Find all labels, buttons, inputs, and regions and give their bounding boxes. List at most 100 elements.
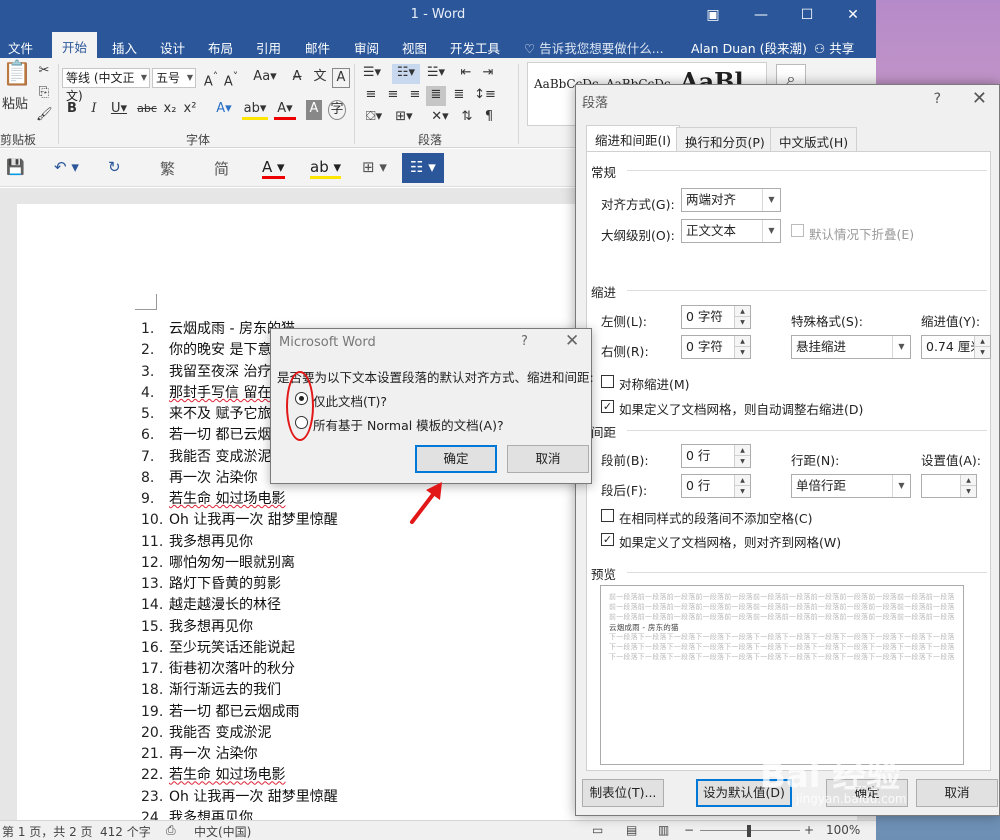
right-indent-spinner[interactable]: 0 字符 ▲ ▼ [681, 335, 751, 359]
numbering-icon[interactable]: ☷ ▾ [402, 153, 444, 183]
tab-home[interactable]: 开始 [52, 32, 98, 58]
sort-icon[interactable]: ⇅ [458, 108, 476, 128]
redo-icon[interactable]: ↻ [108, 158, 121, 176]
close-button[interactable]: ✕ [838, 4, 868, 26]
ok-button[interactable]: 确定 [415, 445, 497, 473]
borders-icon[interactable]: ⊞ ▾ [362, 158, 387, 176]
to-traditional-button[interactable]: 繁 [160, 158, 175, 179]
underline-icon[interactable]: U▾ [108, 100, 130, 120]
spin-down-icon[interactable]: ▼ [734, 456, 750, 467]
spin-up-icon[interactable]: ▲ [734, 306, 750, 317]
align-left-icon[interactable]: ≡ [362, 86, 380, 106]
print-layout-icon[interactable]: ▤ [626, 823, 637, 837]
chinese-layout-icon[interactable]: ✕▾ [428, 108, 452, 128]
tab-design[interactable]: 设计 [160, 36, 185, 59]
highlight-icon[interactable]: ab ▾ [310, 158, 342, 179]
borders-icon[interactable]: ⊞▾ [392, 108, 416, 128]
space-before-spinner[interactable]: 0 行 ▲ ▼ [681, 444, 751, 468]
special-indent-select[interactable]: 悬挂缩进 ▼ [791, 335, 911, 359]
show-marks-icon[interactable]: ¶ [480, 108, 498, 128]
read-mode-icon[interactable]: ▭ [592, 823, 603, 837]
font-color-icon[interactable]: A ▾ [262, 158, 285, 179]
language[interactable]: 中文(中国) [194, 823, 251, 840]
zoom-slider-thumb[interactable] [747, 825, 751, 837]
user-name[interactable]: Alan Duan (段来潮) [691, 36, 807, 59]
spin-up-icon[interactable]: ▲ [960, 475, 976, 486]
list-item[interactable]: 23. Oh 让我再一次 甜梦里惊醒 [141, 787, 338, 808]
list-item[interactable]: 20. 我能否 变成淤泥 [141, 723, 338, 744]
cancel-button[interactable]: 取消 [507, 445, 589, 473]
decrease-indent-icon[interactable]: ⇤ [456, 64, 476, 84]
maximize-button[interactable]: ☐ [792, 4, 822, 26]
spin-down-icon[interactable]: ▼ [734, 486, 750, 497]
no-space-same-style-checkbox[interactable] [601, 509, 614, 522]
format-painter-icon[interactable]: 🖌 [36, 106, 53, 126]
word-count[interactable]: 412 个字 [100, 823, 151, 840]
shrink-font-icon[interactable]: A˅ [222, 68, 240, 89]
alignment-select[interactable]: 两端对齐 ▼ [681, 188, 781, 212]
spin-up-icon[interactable]: ▲ [734, 475, 750, 486]
tab-references[interactable]: 引用 [256, 36, 281, 59]
space-after-spinner[interactable]: 0 行 ▲ ▼ [681, 474, 751, 498]
list-item[interactable]: 13. 路灯下昏黄的剪影 [141, 574, 338, 595]
list-item[interactable]: 17. 街巷初次落叶的秋分 [141, 659, 338, 680]
to-simplified-button[interactable]: 简 [214, 158, 229, 179]
tab-line-page-breaks[interactable]: 换行和分页(P) [676, 127, 774, 151]
minimize-button[interactable]: — [746, 4, 776, 26]
font-name-combo[interactable]: 等线 (中文正文) ▼ [62, 68, 150, 103]
distributed-icon[interactable]: ≣ [450, 86, 468, 106]
list-item[interactable]: 11. 我多想再见你 [141, 532, 338, 553]
tabs-button[interactable]: 制表位(T)... [582, 779, 664, 807]
close-icon[interactable]: ✕ [972, 88, 987, 109]
italic-icon[interactable]: I [86, 100, 102, 120]
subscript-icon[interactable]: x₂ [162, 100, 178, 120]
zoom-level[interactable]: 100% [826, 823, 860, 837]
tell-me-search[interactable]: ♡ 告诉我您想要做什么... [524, 36, 664, 59]
zoom-in-button[interactable]: + [804, 823, 814, 837]
help-icon[interactable]: ? [934, 91, 941, 107]
enclose-character-icon[interactable]: 字 [328, 100, 346, 120]
font-color-icon[interactable]: A▾ [274, 100, 296, 120]
list-item[interactable]: 10. Oh 让我再一次 甜梦里惊醒 [141, 510, 338, 531]
tab-layout[interactable]: 布局 [208, 36, 233, 59]
line-spacing-icon[interactable]: ↕≡ [472, 86, 498, 106]
indent-by-spinner[interactable]: 0.74 厘米 ▲ ▼ [921, 335, 991, 359]
tab-file[interactable]: 文件 [8, 36, 33, 59]
list-item[interactable]: 14. 越走越漫长的林径 [141, 595, 338, 616]
snap-to-grid-checkbox[interactable]: ✓ [601, 533, 614, 546]
tab-asian-typography[interactable]: 中文版式(H) [770, 127, 858, 151]
collapse-checkbox[interactable] [791, 224, 804, 237]
spin-down-icon[interactable]: ▼ [734, 317, 750, 328]
tab-review[interactable]: 审阅 [354, 36, 379, 59]
cut-icon[interactable]: ✂ [36, 62, 52, 82]
change-case-icon[interactable]: Aa▾ [252, 68, 278, 88]
auto-adjust-right-checkbox[interactable]: ✓ [601, 400, 614, 413]
justify-icon[interactable]: ≣ [426, 86, 446, 106]
ribbon-display-icon[interactable]: ▣ [698, 4, 728, 26]
align-right-icon[interactable]: ≡ [406, 86, 424, 106]
spin-down-icon[interactable]: ▼ [734, 347, 750, 358]
paste-button[interactable]: 粘贴 [0, 96, 30, 116]
align-center-icon[interactable]: ≡ [384, 86, 402, 106]
save-icon[interactable]: 💾 [6, 158, 25, 176]
character-border-icon[interactable]: A [332, 68, 350, 88]
tab-insert[interactable]: 插入 [112, 36, 137, 59]
list-item[interactable]: 9. 若生命 如过场电影 [141, 489, 338, 510]
spin-down-icon[interactable]: ▼ [974, 347, 990, 358]
highlight-icon[interactable]: ab▾ [242, 100, 268, 120]
left-indent-spinner[interactable]: 0 字符 ▲ ▼ [681, 305, 751, 329]
font-size-combo[interactable]: 五号 ▼ [152, 68, 196, 88]
spin-up-icon[interactable]: ▲ [734, 336, 750, 347]
bullets-icon[interactable]: ☰▾ [360, 64, 384, 84]
web-layout-icon[interactable]: ▥ [658, 823, 669, 837]
shading-icon[interactable]: ⛋▾ [362, 108, 386, 128]
help-icon[interactable]: ? [521, 334, 528, 349]
tab-view[interactable]: 视图 [402, 36, 427, 59]
spacing-at-spinner[interactable]: ▲ ▼ [921, 474, 977, 498]
spin-up-icon[interactable]: ▲ [734, 445, 750, 456]
numbering-icon[interactable]: ☷▾ [392, 64, 420, 84]
undo-icon[interactable]: ↶ ▾ [54, 158, 79, 176]
text-effects-icon[interactable]: A▾ [212, 100, 236, 120]
list-item[interactable]: 22. 若生命 如过场电影 [141, 765, 338, 786]
tab-developer[interactable]: 开发工具 [450, 36, 500, 59]
